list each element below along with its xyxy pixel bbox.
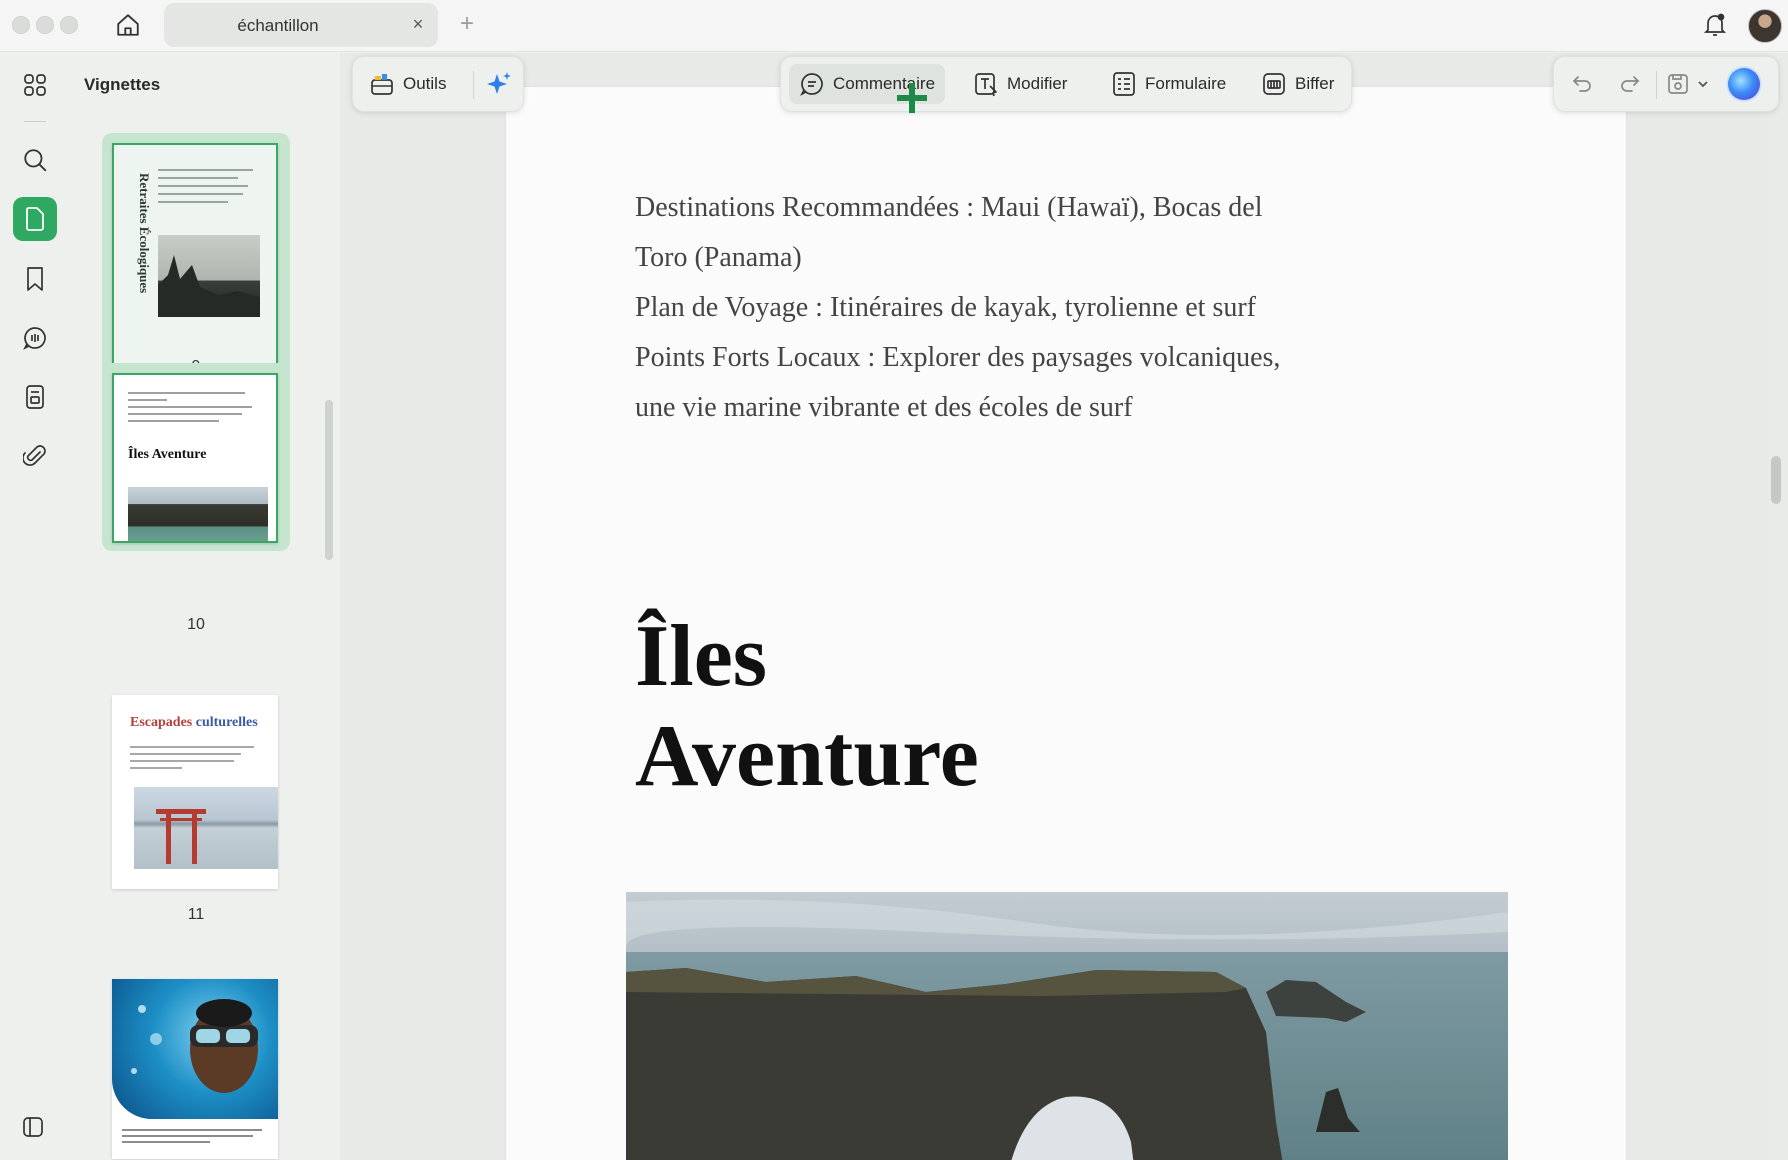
bell-icon xyxy=(1703,13,1727,36)
home-button[interactable] xyxy=(113,10,143,40)
avatar[interactable] xyxy=(1748,9,1782,43)
page-icon xyxy=(26,207,44,231)
comment-icon xyxy=(800,73,823,96)
undo-button[interactable] xyxy=(1562,64,1602,104)
heading-line[interactable]: Aventure xyxy=(635,707,979,807)
document-viewer[interactable]: Destinations Recommandées : Maui (Hawaï)… xyxy=(340,53,1788,1160)
redact-icon xyxy=(1263,73,1285,95)
document-scrollbar[interactable] xyxy=(1771,456,1781,504)
form-mode-button[interactable]: Formulaire xyxy=(1101,64,1236,104)
comment-icon xyxy=(23,327,46,350)
ai-orb-icon xyxy=(1728,68,1760,100)
bookmarks-button[interactable] xyxy=(13,257,57,301)
form-icon xyxy=(1113,72,1135,96)
document-text-line[interactable]: Destinations Recommandées : Maui (Hawaï)… xyxy=(635,183,1263,233)
search-icon xyxy=(24,149,47,172)
comments-button[interactable] xyxy=(13,316,57,360)
crosshair-cursor xyxy=(897,83,927,113)
close-window-button[interactable] xyxy=(12,16,30,34)
thumbnails-panel: Vignettes Retraites Écologiques 9 xyxy=(72,53,340,1160)
tab-title: échantillon xyxy=(237,16,319,35)
redo-icon xyxy=(1621,76,1640,92)
document-text-line[interactable]: une vie marine vibrante et des écoles de… xyxy=(635,383,1133,433)
thumbnail-heading: Retraites Écologiques xyxy=(137,173,152,294)
thumbnails-grid-icon xyxy=(24,74,46,96)
tools-label: Outils xyxy=(403,74,447,93)
thumbnail-image xyxy=(134,787,278,869)
save-options-dropdown[interactable] xyxy=(1692,64,1714,104)
document-photo xyxy=(626,892,1508,1160)
toolbox-icon xyxy=(371,74,393,95)
thumbnail-image xyxy=(158,235,260,317)
thumbnail-page-10[interactable]: Îles Aventure xyxy=(102,363,290,551)
minimize-window-button[interactable] xyxy=(36,16,54,34)
document-tab[interactable]: échantillon × xyxy=(164,3,438,47)
thumbnail-page-11[interactable]: Escapades culturelles xyxy=(102,695,290,895)
pages-button[interactable] xyxy=(13,197,57,241)
redact-mode-label: Biffer xyxy=(1295,74,1335,93)
home-icon xyxy=(117,14,139,36)
zoom-window-button[interactable] xyxy=(60,16,78,34)
save-icon xyxy=(1668,74,1688,94)
redact-mode-button[interactable]: Biffer xyxy=(1251,64,1344,104)
thumbnail-page-12[interactable] xyxy=(102,979,290,1160)
attachments-button[interactable] xyxy=(13,434,57,478)
rail-divider xyxy=(24,121,46,122)
thumbnail-text-lines xyxy=(130,741,260,774)
right-edge-panel xyxy=(1768,53,1788,1160)
edit-mode-label: Modifier xyxy=(1007,74,1068,93)
notifications-button[interactable] xyxy=(1700,10,1730,40)
pdf-page[interactable]: Destinations Recommandées : Maui (Hawaï)… xyxy=(506,87,1626,1160)
text-edit-icon xyxy=(975,73,997,97)
thumbnail-text-lines xyxy=(128,387,258,427)
document-text-line[interactable]: Plan de Voyage : Itinéraires de kayak, t… xyxy=(635,283,1256,333)
thumbnail-page-number: 11 xyxy=(187,906,205,923)
heading-line[interactable]: Îles xyxy=(635,607,979,707)
thumbnail-heading: Îles Aventure xyxy=(128,447,207,462)
thumbnail-page-number: 10 xyxy=(187,616,205,633)
edit-mode-toolbar: Commentaire Modifier Formulaire Biffer xyxy=(780,56,1352,112)
attachment-icon xyxy=(23,445,46,466)
title-bar: échantillon × + xyxy=(0,0,1788,52)
chevron-down-icon xyxy=(1698,81,1708,88)
thumbnail-text-lines xyxy=(122,1125,268,1147)
ai-assistant-button[interactable] xyxy=(477,64,521,104)
sidebar-toggle-icon xyxy=(23,1117,43,1137)
edit-mode-button[interactable]: Modifier xyxy=(963,64,1077,104)
sparkle-icon xyxy=(487,72,511,94)
new-tab-button[interactable]: + xyxy=(455,10,479,38)
search-button[interactable] xyxy=(13,138,57,182)
thumbnail-image xyxy=(112,979,278,1119)
form-mode-label: Formulaire xyxy=(1145,74,1227,93)
redo-button[interactable] xyxy=(1610,64,1650,104)
document-heading[interactable]: Îles Aventure xyxy=(635,607,979,807)
thumbnails-title: Vignettes xyxy=(84,75,161,94)
left-rail xyxy=(0,53,72,1160)
form-icon xyxy=(26,385,44,409)
document-text-line[interactable]: Points Forts Locaux : Explorer des paysa… xyxy=(635,333,1280,383)
thumbnails-scrollbar[interactable] xyxy=(325,400,333,560)
tab-close-button[interactable]: × xyxy=(408,14,428,35)
sidebar-toggle-button[interactable] xyxy=(18,1112,48,1142)
tools-toolbar: Outils xyxy=(352,56,524,112)
ai-orb-button[interactable] xyxy=(1722,64,1766,104)
tools-button[interactable]: Outils xyxy=(359,64,456,104)
thumbnails-grid-button[interactable] xyxy=(13,63,57,107)
thumbnail-image xyxy=(128,487,268,541)
bookmark-icon xyxy=(27,267,43,291)
undo-icon xyxy=(1572,76,1591,92)
document-text-line[interactable]: Toro (Panama) xyxy=(635,233,802,283)
thumbnail-text-lines xyxy=(158,163,258,209)
forms-button[interactable] xyxy=(13,375,57,419)
save-button[interactable] xyxy=(1660,64,1696,104)
thumbnail-heading: Escapades culturelles xyxy=(130,715,258,730)
history-toolbar xyxy=(1553,56,1779,112)
